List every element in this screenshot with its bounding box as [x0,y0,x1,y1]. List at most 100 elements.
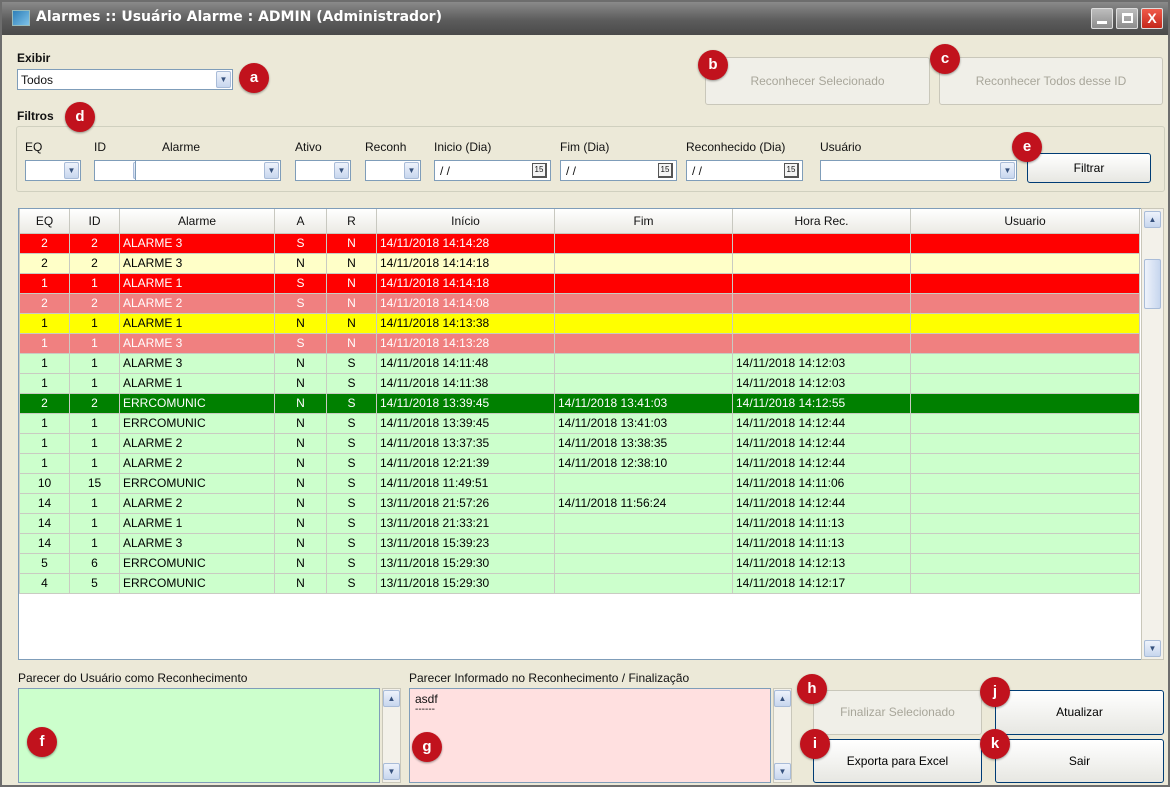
filter-usuario-select[interactable]: ▼ [820,160,1017,181]
table-row[interactable]: 2 2 ALARME 3 S N 14/11/2018 14:14:28 [19,232,1140,254]
cell-r: S [326,572,377,594]
arrow-up-icon[interactable]: ▲ [383,690,400,707]
cell-id: 1 [69,532,120,554]
parecer-informado-textarea[interactable]: asdf ------ [409,688,771,783]
table-row[interactable]: 1 1 ALARME 1 S N 14/11/2018 14:14:18 [19,272,1140,294]
exportar-excel-button[interactable]: Exporta para Excel [813,739,982,783]
atualizar-button[interactable]: Atualizar [995,690,1164,735]
table-row[interactable]: 14 1 ALARME 3 N S 13/11/2018 15:39:23 14/11/20… [19,532,1140,554]
table-row[interactable]: 1 1 ERRCOMUNIC N S 14/11/2018 13:39:45 14/11/2… [19,412,1140,434]
filter-inicio-date[interactable]: / / 15 [434,160,551,181]
cell-rec: 14/11/2018 14:12:44 [732,432,911,454]
parecer-usuario-textarea[interactable] [18,688,380,783]
reconhecer-selecionado-button[interactable]: Reconhecer Selecionado [705,57,930,105]
cell-alarme: ALARME 3 [119,532,275,554]
scroll-thumb[interactable] [1144,259,1161,309]
close-button[interactable]: X [1141,8,1163,29]
calendar-icon[interactable]: 15 [784,163,799,178]
cell-rec [732,252,911,274]
chevron-down-icon[interactable]: ▼ [264,162,279,179]
cell-alarme: ALARME 1 [119,272,275,294]
arrow-up-icon[interactable]: ▲ [1144,211,1161,228]
sair-button[interactable]: Sair [995,739,1164,783]
table-row[interactable]: 14 1 ALARME 1 N S 13/11/2018 21:33:21 14/11/20… [19,512,1140,534]
filter-fim-date[interactable]: / / 15 [560,160,677,181]
parecer-informado-scrollbar[interactable]: ▲ ▼ [773,688,792,783]
cell-id: 1 [69,372,120,394]
filter-eq-label: EQ [25,140,43,154]
filter-eq-select[interactable]: ▼ [25,160,81,181]
column-header[interactable]: Usuario [910,209,1140,234]
arrow-down-icon[interactable]: ▼ [383,763,400,780]
cell-usuario [910,352,1140,374]
cell-r: N [326,312,377,334]
cell-inicio: 14/11/2018 13:39:45 [376,412,555,434]
column-header[interactable]: Início [376,209,555,234]
maximize-button[interactable] [1116,8,1138,29]
table-row[interactable]: 1 1 ALARME 3 N S 14/11/2018 14:11:48 14/11/201… [19,352,1140,374]
table-row[interactable]: 1 1 ALARME 3 S N 14/11/2018 14:13:28 [19,332,1140,354]
table-row[interactable]: 5 6 ERRCOMUNIC N S 13/11/2018 15:29:30 14/11/2… [19,552,1140,574]
column-header[interactable]: R [326,209,377,234]
table-row[interactable]: 4 5 ERRCOMUNIC N S 13/11/2018 15:29:30 14/11/2… [19,572,1140,594]
arrow-down-icon[interactable]: ▼ [774,763,791,780]
cell-fim [554,512,733,534]
column-header[interactable]: Fim [554,209,733,234]
parecer-usuario-scrollbar[interactable]: ▲ ▼ [382,688,401,783]
table-row[interactable]: 14 1 ALARME 2 N S 13/11/2018 21:57:26 14/11/20… [19,492,1140,514]
table-row[interactable]: 1 1 ALARME 1 N N 14/11/2018 14:13:38 [19,312,1140,334]
cell-rec: 14/11/2018 14:11:06 [732,472,911,494]
filter-alarme-select[interactable]: ▼ [135,160,281,181]
table-row[interactable]: 1 1 ALARME 2 N S 14/11/2018 13:37:35 14/11/201… [19,432,1140,454]
cell-id: 1 [69,352,120,374]
chevron-down-icon[interactable]: ▼ [216,71,231,88]
table-row[interactable]: 2 2 ALARME 2 S N 14/11/2018 14:14:08 [19,292,1140,314]
chevron-down-icon[interactable]: ▼ [334,162,349,179]
chevron-down-icon[interactable]: ▼ [404,162,419,179]
cell-inicio: 14/11/2018 14:11:48 [376,352,555,374]
reconhecer-todos-button[interactable]: Reconhecer Todos desse ID [939,57,1163,105]
calendar-icon[interactable]: 15 [532,163,547,178]
filter-reconhecido-date[interactable]: / / 15 [686,160,803,181]
window-title: Alarmes :: Usuário Alarme : ADMIN (Admin… [36,9,442,25]
table-row[interactable]: 10 15 ERRCOMUNIC N S 14/11/2018 11:49:51 14/11… [19,472,1140,494]
column-header[interactable]: Alarme [119,209,275,234]
table-row[interactable]: 2 2 ERRCOMUNIC N S 14/11/2018 13:39:45 14/11/2… [19,392,1140,414]
column-header[interactable]: Hora Rec. [732,209,911,234]
filter-reconh-label: Reconh [365,140,407,154]
column-header[interactable]: A [274,209,327,234]
filter-ativo-select[interactable]: ▼ [295,160,351,181]
cell-r: S [326,532,377,554]
cell-fim: 14/11/2018 13:41:03 [554,412,733,434]
cell-eq: 1 [19,352,70,374]
chevron-down-icon[interactable]: ▼ [1000,162,1015,179]
table-row[interactable]: 1 1 ALARME 2 N S 14/11/2018 12:21:39 14/11/201… [19,452,1140,474]
table-scrollbar[interactable]: ▲ ▼ [1141,208,1164,660]
filtrar-button[interactable]: Filtrar [1027,153,1151,183]
cell-usuario [910,472,1140,494]
table-row[interactable]: 2 2 ALARME 3 N N 14/11/2018 14:14:18 [19,252,1140,274]
cell-alarme: ALARME 1 [119,312,275,334]
exibir-select[interactable]: Todos ▼ [17,69,233,90]
cell-inicio: 14/11/2018 14:14:28 [376,232,555,254]
parecer-informado-label: Parecer Informado no Reconhecimento / Fi… [409,671,690,685]
alarms-table[interactable]: EQ ID Alarme A R Início Fim Hora Rec. Usuario 22… [18,208,1164,660]
cell-usuario [910,552,1140,574]
calendar-icon[interactable]: 15 [658,163,673,178]
arrow-down-icon[interactable]: ▼ [1144,640,1161,657]
finalizar-selecionado-button[interactable]: Finalizar Selecionado [813,690,982,735]
cell-usuario [910,572,1140,594]
filter-reconh-select[interactable]: ▼ [365,160,421,181]
column-header[interactable]: EQ [19,209,70,234]
filter-fim-label: Fim (Dia) [560,140,610,154]
minimize-button[interactable] [1091,8,1113,29]
chevron-down-icon[interactable]: ▼ [64,162,79,179]
filter-ativo-label: Ativo [295,140,322,154]
column-header[interactable]: ID [69,209,120,234]
arrow-up-icon[interactable]: ▲ [774,690,791,707]
cell-usuario [910,292,1140,314]
table-row[interactable]: 1 1 ALARME 1 N S 14/11/2018 14:11:38 14/11/201… [19,372,1140,394]
callout-badge-h: h [797,674,827,704]
cell-inicio: 14/11/2018 14:13:38 [376,312,555,334]
callout-badge-k: k [980,729,1010,759]
